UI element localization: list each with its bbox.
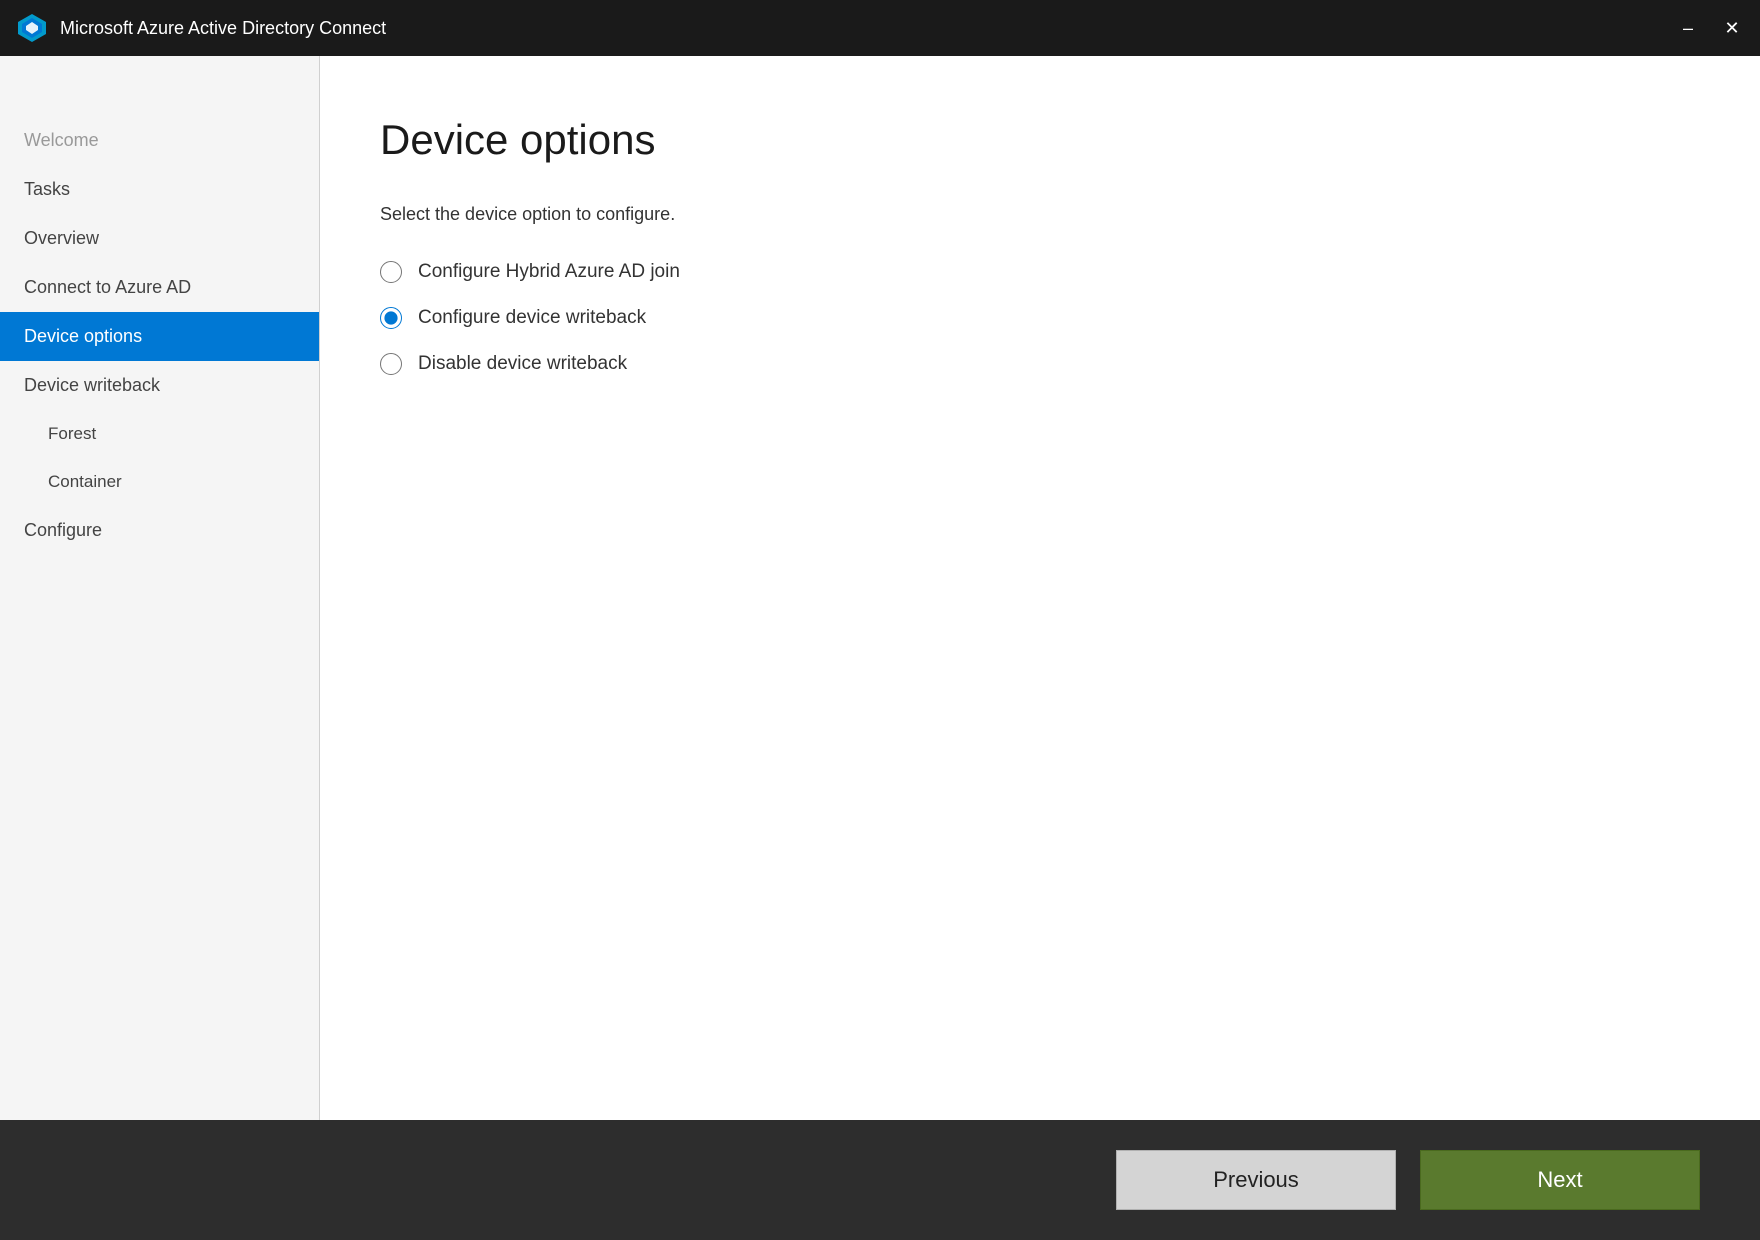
window-content: Welcome Tasks Overview Connect to Azure … [0,56,1760,1240]
radio-device-writeback-label: Configure device writeback [418,307,646,329]
inner-area: Welcome Tasks Overview Connect to Azure … [0,56,1760,1120]
sidebar-item-container[interactable]: Container [0,458,319,506]
radio-device-writeback[interactable] [380,307,402,329]
app-logo-icon [16,12,48,44]
page-description: Select the device option to configure. [380,204,1700,225]
sidebar-item-tasks[interactable]: Tasks [0,165,319,214]
close-button[interactable]: ✕ [1720,16,1744,40]
option-device-writeback[interactable]: Configure device writeback [380,307,1700,329]
sidebar-item-device-writeback[interactable]: Device writeback [0,361,319,410]
radio-disable-writeback[interactable] [380,353,402,375]
sidebar-item-connect-azure-ad[interactable]: Connect to Azure AD [0,263,319,312]
sidebar-item-overview[interactable]: Overview [0,214,319,263]
next-button[interactable]: Next [1420,1150,1700,1210]
sidebar-item-configure[interactable]: Configure [0,506,319,555]
radio-hybrid-join-label: Configure Hybrid Azure AD join [418,261,680,283]
main-content: Device options Select the device option … [320,56,1760,1120]
sidebar-item-forest[interactable]: Forest [0,410,319,458]
title-bar: Microsoft Azure Active Directory Connect… [0,0,1760,56]
option-disable-writeback[interactable]: Disable device writeback [380,353,1700,375]
radio-hybrid-join[interactable] [380,261,402,283]
radio-disable-writeback-label: Disable device writeback [418,353,627,375]
minimize-button[interactable]: – [1676,16,1700,40]
window-controls: – ✕ [1676,16,1744,40]
sidebar-item-welcome[interactable]: Welcome [0,116,319,165]
option-hybrid-join[interactable]: Configure Hybrid Azure AD join [380,261,1700,283]
sidebar: Welcome Tasks Overview Connect to Azure … [0,56,320,1120]
footer: Previous Next [0,1120,1760,1240]
sidebar-item-device-options[interactable]: Device options [0,312,319,361]
previous-button[interactable]: Previous [1116,1150,1396,1210]
device-options-radio-group: Configure Hybrid Azure AD join Configure… [380,261,1700,375]
app-title: Microsoft Azure Active Directory Connect [60,18,1676,39]
page-title: Device options [380,116,1700,164]
